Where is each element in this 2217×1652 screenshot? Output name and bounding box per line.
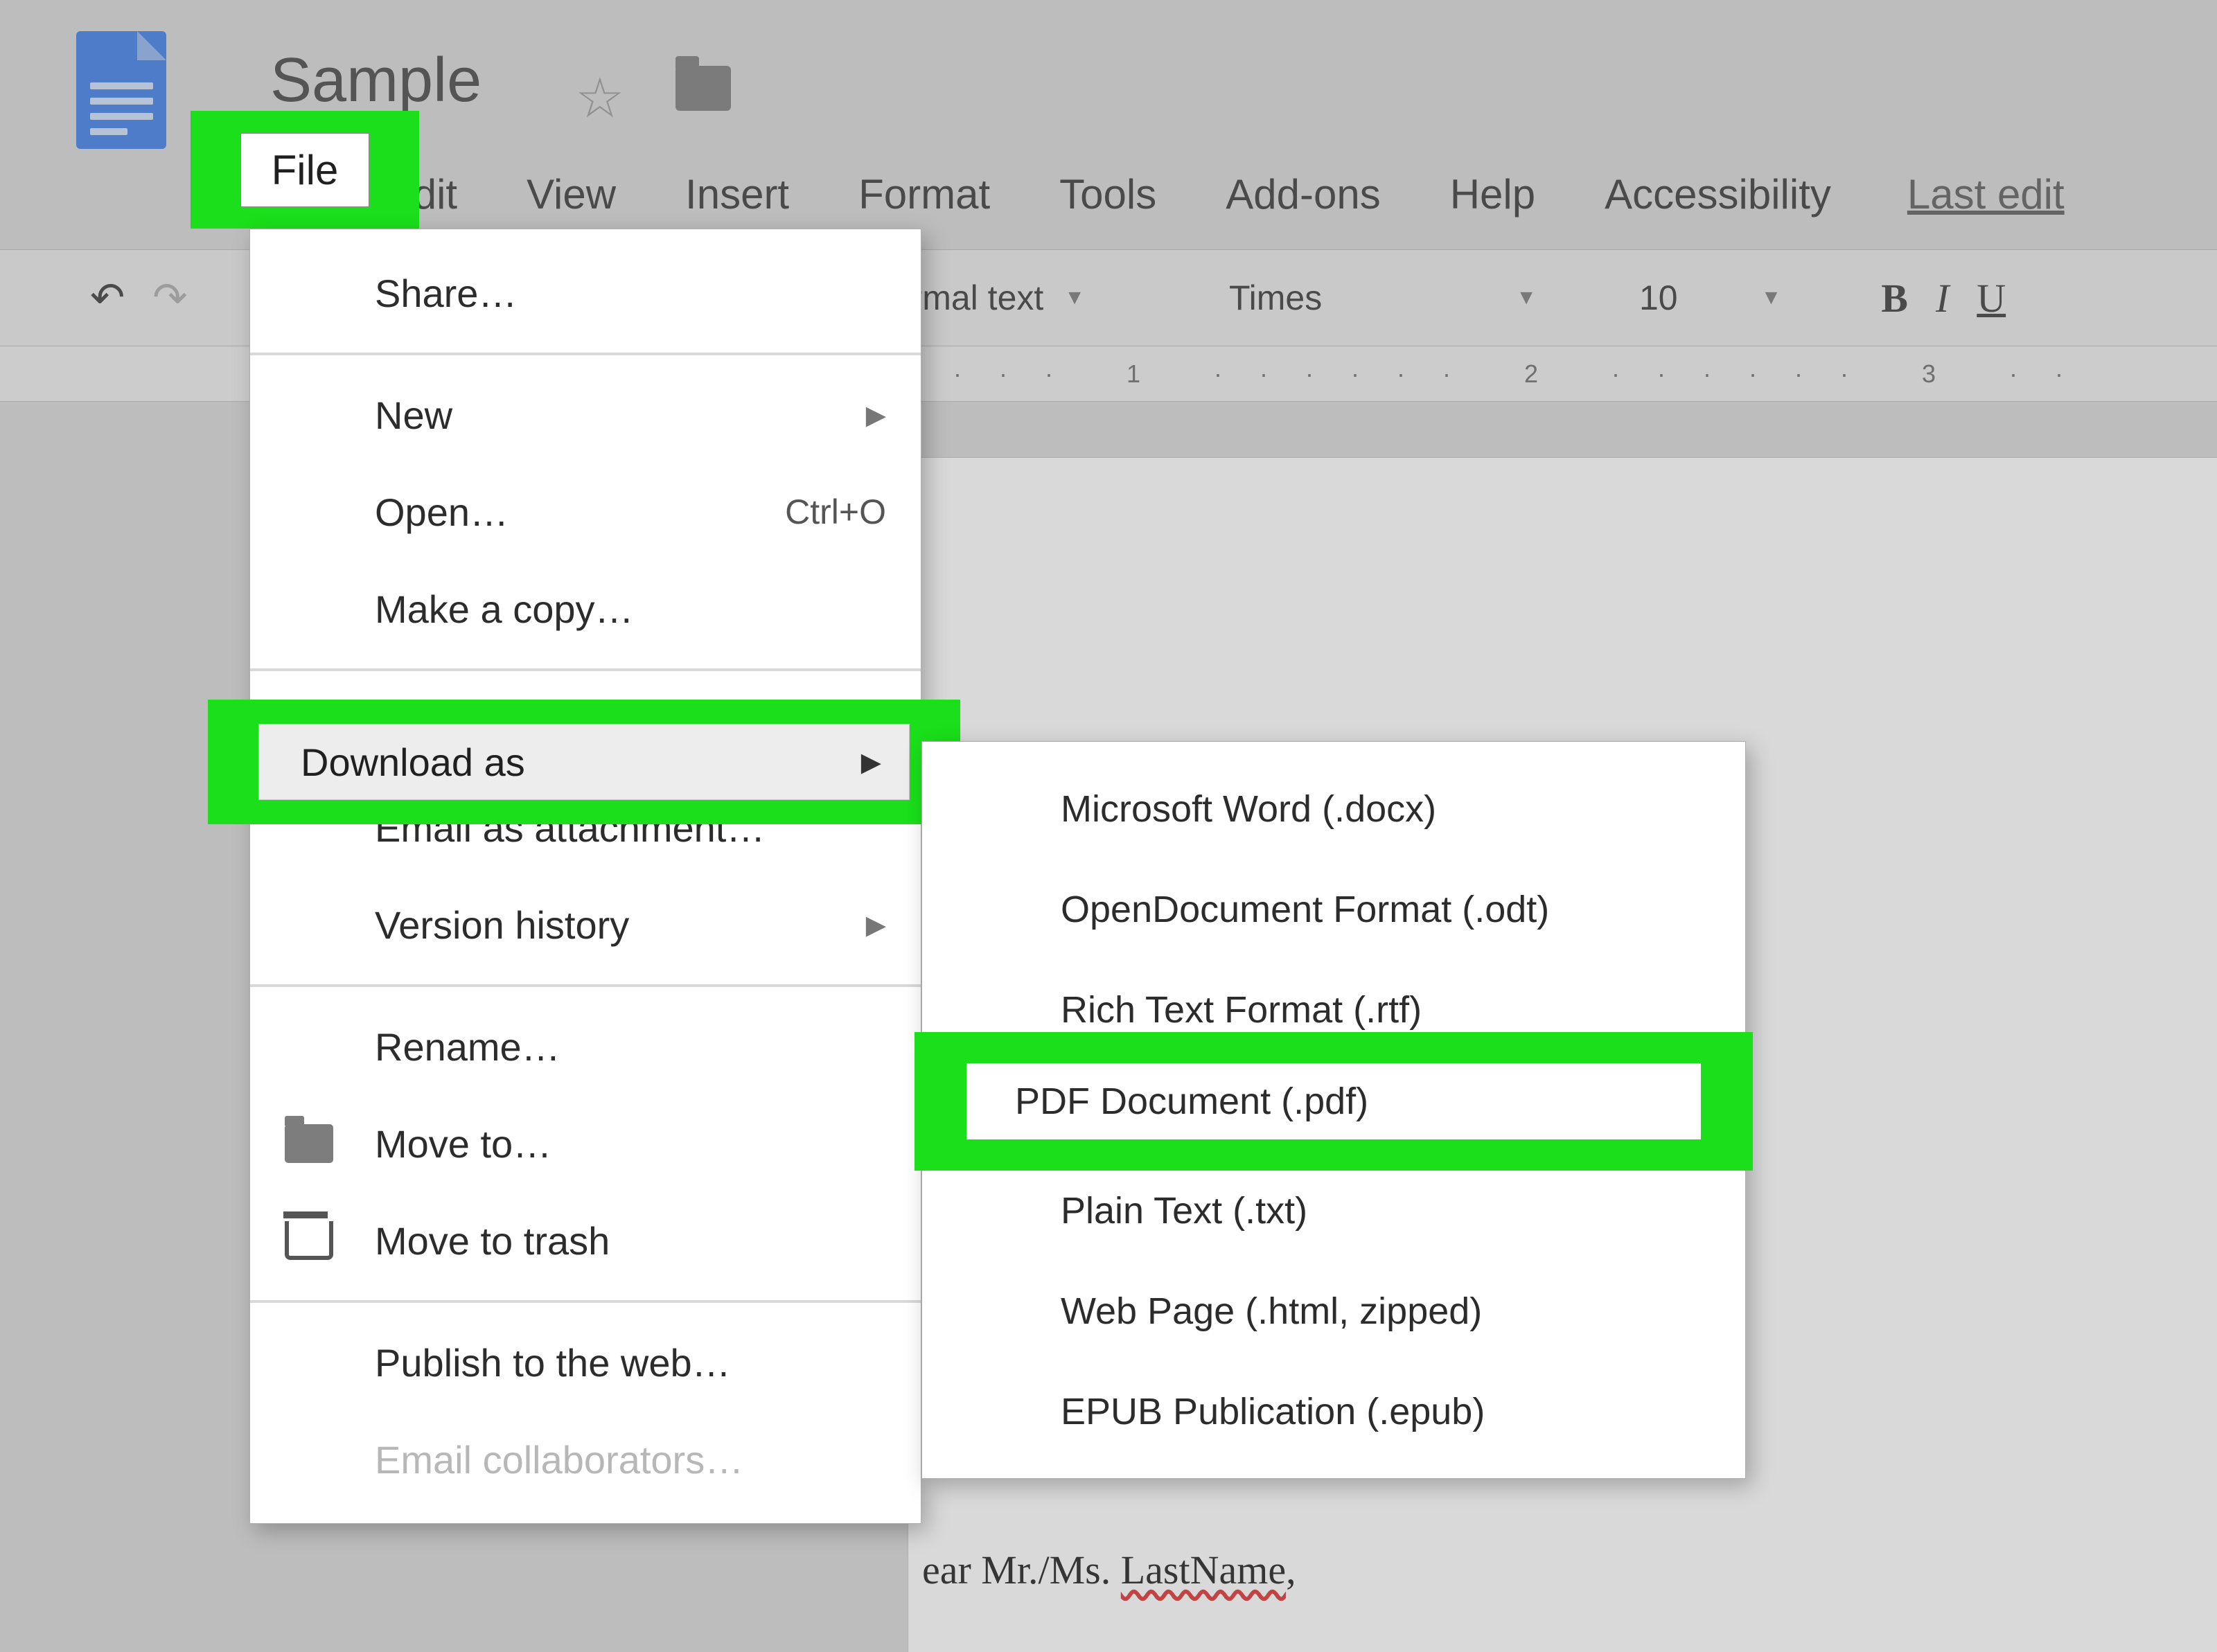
chevron-down-icon: ▼ bbox=[1761, 286, 1782, 310]
bold-button[interactable]: B bbox=[1881, 275, 1908, 321]
annotation-highlight-file: File bbox=[191, 111, 419, 229]
download-option-txt[interactable]: Plain Text (.txt) bbox=[922, 1160, 1745, 1261]
paragraph-style-value: rmal text bbox=[911, 278, 1044, 318]
chevron-right-icon: ▶ bbox=[861, 747, 881, 778]
file-menu-version-history[interactable]: Version history▶ bbox=[250, 876, 921, 973]
menu-bar: File Edit View Insert Format Tools Add-o… bbox=[236, 159, 2217, 229]
star-icon[interactable]: ☆ bbox=[575, 66, 625, 130]
font-size-dropdown[interactable]: 10 ▼ bbox=[1623, 278, 1798, 318]
menu-view[interactable]: View bbox=[513, 165, 630, 224]
undo-icon[interactable]: ↶ bbox=[90, 274, 125, 322]
annotation-highlight-download-as: Download as ▶ bbox=[208, 700, 960, 824]
folder-icon bbox=[285, 1124, 333, 1163]
menu-file[interactable]: File bbox=[240, 133, 370, 207]
file-menu-email-collaborators: Email collaborators… bbox=[250, 1411, 921, 1508]
ruler-tick-2: 2 bbox=[1524, 359, 1542, 389]
menu-accessibility[interactable]: Accessibility bbox=[1591, 165, 1845, 224]
last-edit-link[interactable]: Last edit bbox=[1907, 170, 2065, 218]
chevron-right-icon: ▶ bbox=[866, 909, 886, 941]
font-family-value: Times bbox=[1229, 278, 1322, 318]
docs-logo-icon[interactable] bbox=[76, 31, 166, 149]
move-folder-icon[interactable] bbox=[675, 66, 731, 111]
menu-insert[interactable]: Insert bbox=[671, 165, 803, 224]
menu-addons[interactable]: Add-ons bbox=[1212, 165, 1394, 224]
underline-button[interactable]: U bbox=[1977, 275, 2006, 321]
file-menu-make-a-copy[interactable]: Make a copy… bbox=[250, 560, 921, 657]
ruler-tick-3: 3 bbox=[1922, 359, 1940, 389]
download-option-pdf[interactable]: PDF Document (.pdf) bbox=[966, 1063, 1701, 1139]
download-option-docx[interactable]: Microsoft Word (.docx) bbox=[922, 758, 1745, 859]
chevron-right-icon: ▶ bbox=[866, 400, 886, 431]
body-line: read about Company X's retail management… bbox=[922, 1644, 2217, 1652]
file-menu-open[interactable]: Open…Ctrl+O bbox=[250, 463, 921, 560]
chevron-down-icon: ▼ bbox=[1516, 286, 1537, 310]
font-size-value: 10 bbox=[1639, 278, 1678, 318]
file-menu-share[interactable]: Share… bbox=[250, 245, 921, 341]
download-option-epub[interactable]: EPUB Publication (.epub) bbox=[922, 1361, 1745, 1462]
paragraph-style-dropdown[interactable]: rmal text ▼ bbox=[894, 278, 1102, 318]
menu-help[interactable]: Help bbox=[1436, 165, 1549, 224]
trash-icon bbox=[285, 1221, 333, 1260]
annotation-highlight-pdf: PDF Document (.pdf) bbox=[915, 1032, 1753, 1171]
download-option-html[interactable]: Web Page (.html, zipped) bbox=[922, 1261, 1745, 1361]
file-menu-dropdown: Share… New▶ Open…Ctrl+O Make a copy… Dow… bbox=[249, 229, 921, 1524]
ruler-tick-1: 1 bbox=[1127, 359, 1145, 389]
body-salutation: ear Mr./Ms. LastName, bbox=[922, 1538, 2217, 1603]
menu-format[interactable]: Format bbox=[845, 165, 1004, 224]
redo-icon[interactable]: ↷ bbox=[152, 274, 187, 322]
chevron-down-icon: ▼ bbox=[1064, 286, 1085, 310]
file-menu-rename[interactable]: Rename… bbox=[250, 998, 921, 1095]
spellcheck-word[interactable]: LastName bbox=[1121, 1547, 1286, 1592]
document-title[interactable]: Sample bbox=[270, 45, 482, 116]
file-menu-new[interactable]: New▶ bbox=[250, 366, 921, 463]
file-menu-publish[interactable]: Publish to the web… bbox=[250, 1314, 921, 1411]
italic-button[interactable]: I bbox=[1936, 275, 1949, 321]
download-option-odt[interactable]: OpenDocument Format (.odt) bbox=[922, 859, 1745, 959]
font-family-dropdown[interactable]: Times ▼ bbox=[1212, 278, 1553, 318]
file-menu-move-to[interactable]: Move to… bbox=[250, 1095, 921, 1192]
file-menu-download-as[interactable]: Download as ▶ bbox=[258, 724, 910, 800]
menu-tools[interactable]: Tools bbox=[1045, 165, 1170, 224]
keyboard-shortcut: Ctrl+O bbox=[785, 492, 886, 532]
file-menu-move-to-trash[interactable]: Move to trash bbox=[250, 1192, 921, 1289]
